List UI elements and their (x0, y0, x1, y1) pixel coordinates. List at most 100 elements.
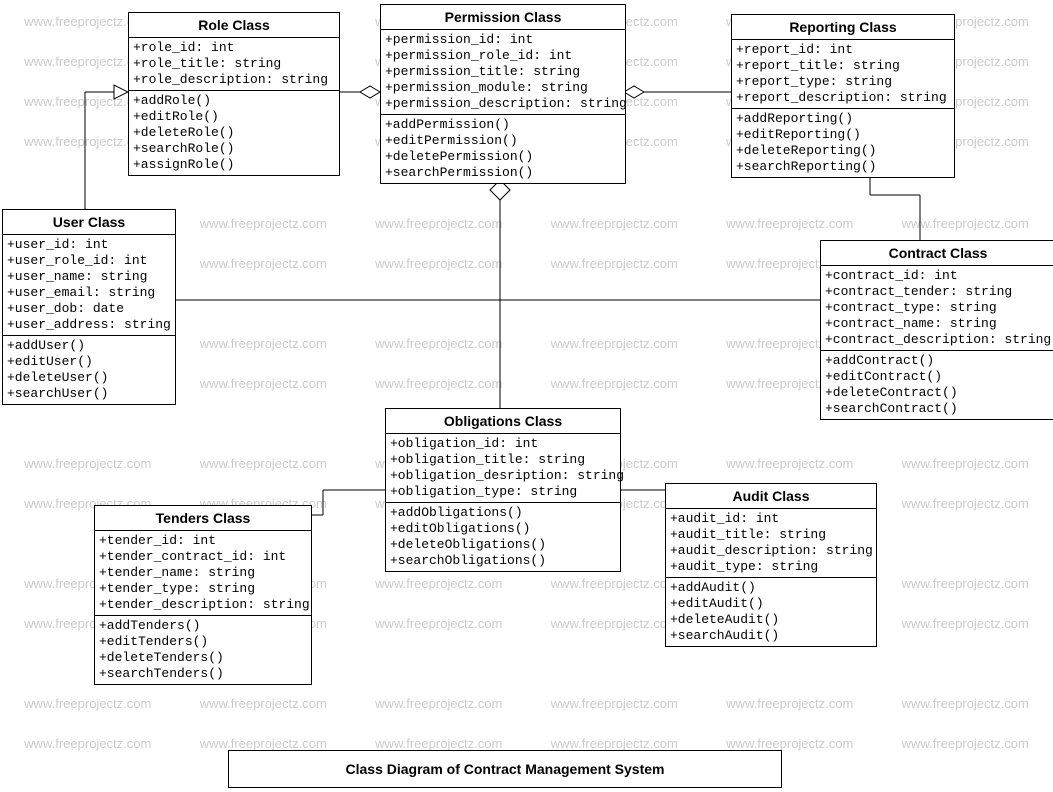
member-line: +editRole() (133, 109, 335, 125)
member-line: +deleteRole() (133, 125, 335, 141)
watermark-text: www.freeprojectz.com (902, 616, 1029, 631)
class-contract: Contract Class +contract_id: int +contrac… (820, 240, 1053, 420)
member-line: +audit_type: string (670, 559, 872, 575)
member-line: +obligation_desription: string (390, 468, 616, 484)
watermark-text: www.freeprojectz.com (200, 256, 327, 271)
member-line: +permission_title: string (385, 64, 621, 80)
watermark-text: www.freeprojectz.com (551, 336, 678, 351)
class-audit: Audit Class +audit_id: int+audit_title: … (665, 483, 877, 647)
watermark-text: www.freeprojectz.com (726, 456, 853, 471)
member-line: +report_description: string (736, 90, 950, 106)
class-title: Role Class (129, 13, 339, 38)
member-line: +addObligations() (390, 505, 616, 521)
member-line: +tender_description: string (99, 597, 307, 613)
watermark-text: www.freeprojectz.com (375, 376, 502, 391)
watermark-text: www.freeprojectz.com (902, 216, 1029, 231)
class-title: Reporting Class (732, 15, 954, 40)
member-line: +editUser() (7, 354, 171, 370)
member-line: +searchTenders() (99, 666, 307, 682)
member-line: +user_address: string (7, 317, 171, 333)
member-line: +addTenders() (99, 618, 307, 634)
member-line: +obligation_type: string (390, 484, 616, 500)
watermark-text: www.freeprojectz.com (200, 456, 327, 471)
member-line: +contract_name: string (825, 316, 1051, 332)
attrs: +role_id: int+role_title: string+role_de… (129, 38, 339, 91)
ops: +addRole()+editRole()+deleteRole()+searc… (129, 91, 339, 175)
ops: +addPermission()+editPermission()+delete… (381, 115, 625, 183)
watermark-row: www.freeprojectz.com www.freeprojectz.com… (0, 696, 1053, 711)
attrs: +user_id: int+user_role_id: int+user_nam… (3, 235, 175, 336)
ops: +addReporting()+editReporting()+deleteRe… (732, 109, 954, 177)
watermark-text: www.freeprojectz.com (902, 696, 1029, 711)
watermark-row: www.freeprojectz.com www.freeprojectz.com… (0, 736, 1053, 751)
watermark-text: www.freeprojectz.com (200, 336, 327, 351)
member-line: +user_dob: date (7, 301, 171, 317)
member-line: +tender_id: int (99, 533, 307, 549)
member-line: +user_name: string (7, 269, 171, 285)
member-line: +searchUser() (7, 386, 171, 402)
member-line: +deleteUser() (7, 370, 171, 386)
watermark-text: www.freeprojectz.com (551, 696, 678, 711)
member-line: +deleteReporting() (736, 143, 950, 159)
watermark-text: www.freeprojectz.com (200, 696, 327, 711)
ops: +addUser()+editUser()+deleteUser()+searc… (3, 336, 175, 404)
member-line: +report_type: string (736, 74, 950, 90)
member-line: +permission_role_id: int (385, 48, 621, 64)
member-line: +addUser() (7, 338, 171, 354)
member-line: +editReporting() (736, 127, 950, 143)
class-title: Tenders Class (95, 506, 311, 531)
watermark-text: www.freeprojectz.com (551, 256, 678, 271)
member-line: +editAudit() (670, 596, 872, 612)
ops: +addTenders()+editTenders()+deleteTender… (95, 616, 311, 684)
watermark-text: www.freeprojectz.com (551, 216, 678, 231)
member-line: +addReporting() (736, 111, 950, 127)
member-line: +audit_description: string (670, 543, 872, 559)
member-line: +addRole() (133, 93, 335, 109)
watermark-text: www.freeprojectz.com (375, 256, 502, 271)
watermark-text: www.freeprojectz.com (726, 216, 853, 231)
member-line: +user_email: string (7, 285, 171, 301)
class-title: Obligations Class (386, 409, 620, 434)
member-line: +permission_description: string (385, 96, 621, 112)
member-line: +searchObligations() (390, 553, 616, 569)
member-line: +contract_type: string (825, 300, 1051, 316)
watermark-text: www.freeprojectz.com (551, 736, 678, 751)
member-line: +searchRole() (133, 141, 335, 157)
member-line: +assignRole() (133, 157, 335, 173)
watermark-text: www.freeprojectz.com (551, 376, 678, 391)
attrs: +permission_id: int+permission_role_id: … (381, 30, 625, 115)
member-line: +user_role_id: int (7, 253, 171, 269)
member-line: +obligation_id: int (390, 436, 616, 452)
watermark-text: www.freeprojectz.com (24, 736, 151, 751)
member-line: +editContract() (825, 369, 1051, 385)
member-line: +addAudit() (670, 580, 872, 596)
member-line: +addPermission() (385, 117, 621, 133)
watermark-text: www.freeprojectz.com (375, 696, 502, 711)
member-line: +role_description: string (133, 72, 335, 88)
watermark-text: www.freeprojectz.com (375, 736, 502, 751)
class-title: User Class (3, 210, 175, 235)
member-line: +searchReporting() (736, 159, 950, 175)
ops: +addObligations()+editObligations()+dele… (386, 503, 620, 571)
ops: +addAudit()+editAudit()+deleteAudit()+se… (666, 578, 876, 646)
class-title: Audit Class (666, 484, 876, 509)
diagram-title: Class Diagram of Contract Management Sys… (228, 750, 782, 788)
watermark-text: www.freeprojectz.com (551, 616, 678, 631)
watermark-text: www.freeprojectz.com (902, 496, 1029, 511)
member-line: +obligation_title: string (390, 452, 616, 468)
class-reporting: Reporting Class +report_id: int+report_t… (731, 14, 955, 178)
member-line: +permission_id: int (385, 32, 621, 48)
member-line: +editObligations() (390, 521, 616, 537)
member-line: +contract_id: int (825, 268, 1051, 284)
class-title: Contract Class (821, 241, 1053, 266)
watermark-text: www.freeprojectz.com (200, 216, 327, 231)
member-line: +audit_id: int (670, 511, 872, 527)
member-line: +audit_title: string (670, 527, 872, 543)
member-line: +contract_description: string (825, 332, 1051, 348)
member-line: +deleteAudit() (670, 612, 872, 628)
member-line: +addContract() (825, 353, 1051, 369)
class-permission: Permission Class +permission_id: int+per… (380, 4, 626, 184)
watermark-text: www.freeprojectz.com (200, 736, 327, 751)
class-tenders: Tenders Class +tender_id: int+tender_con… (94, 505, 312, 685)
class-role: Role Class +role_id: int+role_title: str… (128, 12, 340, 176)
